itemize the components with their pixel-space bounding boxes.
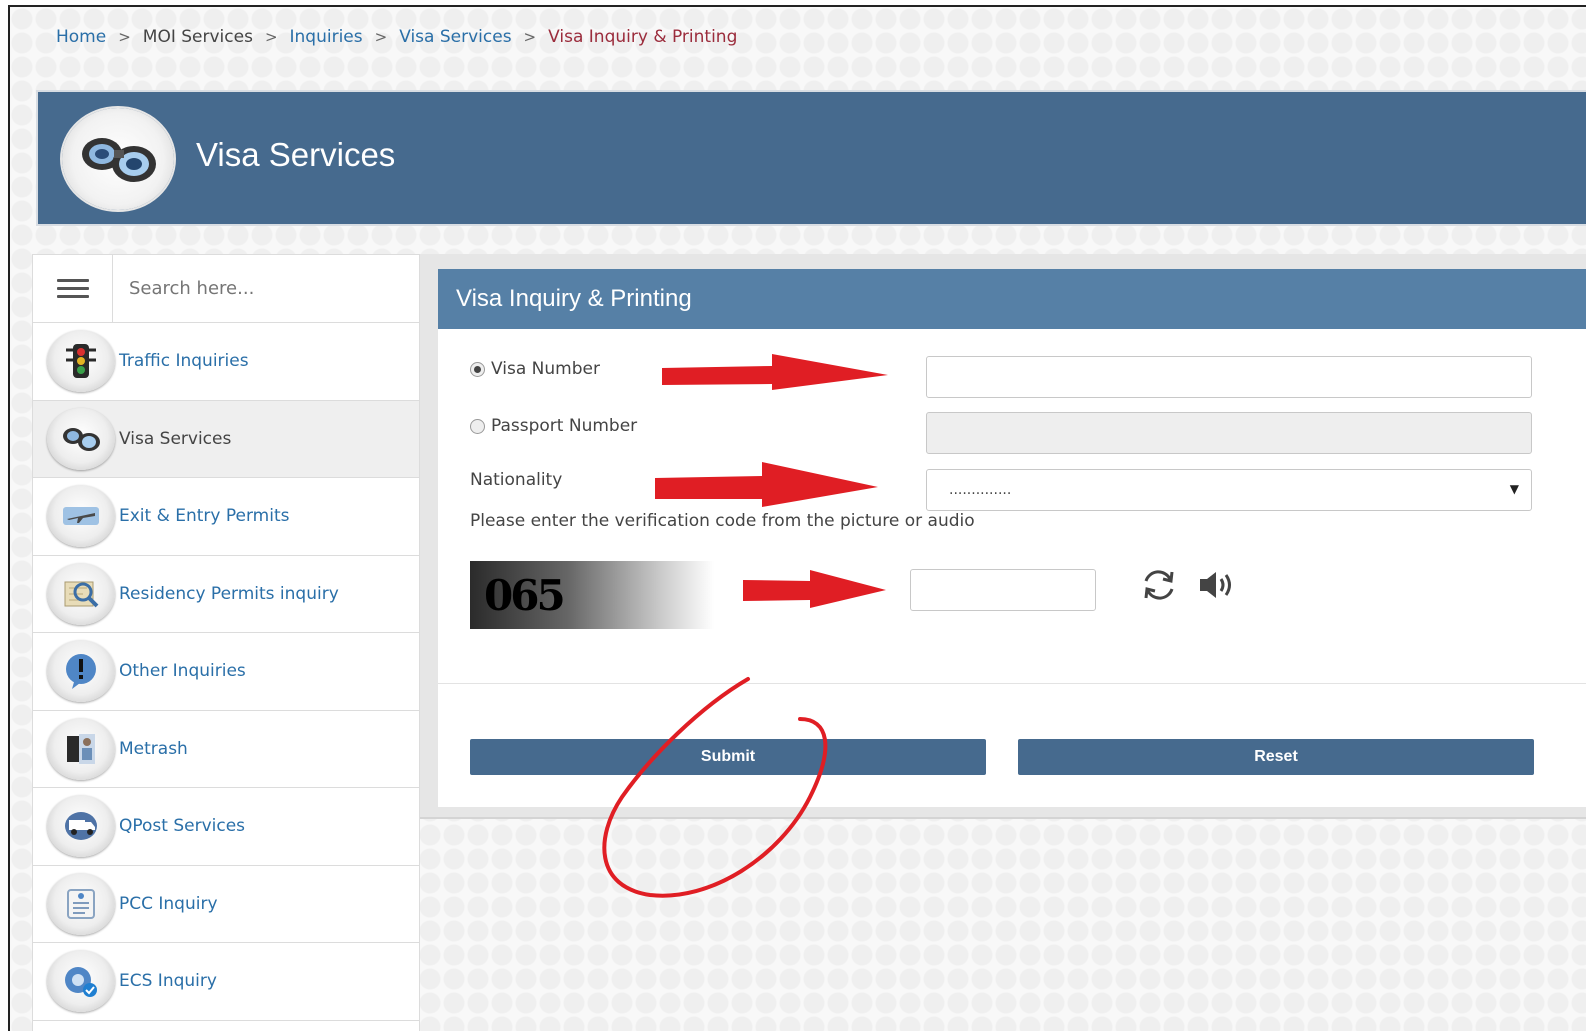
sidebar-item-traffic-inquiries[interactable]: Traffic Inquiries bbox=[33, 323, 419, 401]
search-input[interactable] bbox=[129, 278, 389, 299]
content-area: Visa Inquiry & Printing Visa Number Pass… bbox=[420, 254, 1586, 819]
captcha-code: 065 bbox=[484, 570, 566, 620]
refresh-icon[interactable] bbox=[1138, 567, 1180, 607]
breadcrumb-separator: > bbox=[264, 28, 278, 46]
breadcrumb-moi-services[interactable]: MOI Services bbox=[143, 27, 253, 47]
exclamation-icon bbox=[47, 640, 115, 703]
traffic-light-icon bbox=[47, 330, 115, 393]
delivery-truck-icon bbox=[47, 795, 115, 858]
visa-number-radio[interactable] bbox=[470, 361, 485, 377]
breadcrumb-separator: > bbox=[523, 28, 537, 46]
sidebar-item-label: QPost Services bbox=[119, 816, 246, 837]
captcha-instruction-text: Please enter the verification code from … bbox=[470, 511, 975, 531]
sidebar-item-pcc-inquiry[interactable]: PCC Inquiry bbox=[33, 866, 419, 943]
submit-button[interactable]: Submit bbox=[470, 739, 986, 775]
binoculars-icon bbox=[62, 108, 174, 210]
form-divider bbox=[438, 683, 1586, 684]
sidebar-item-label: Other Inquiries bbox=[119, 661, 246, 682]
sidebar-item-label: ECS Inquiry bbox=[119, 971, 217, 992]
reset-button[interactable]: Reset bbox=[1018, 739, 1534, 775]
sidebar-item-label: Traffic Inquiries bbox=[119, 351, 249, 372]
speaker-icon[interactable] bbox=[1196, 567, 1238, 607]
breadcrumb-inquiries[interactable]: Inquiries bbox=[290, 27, 363, 47]
nationality-label-text: Nationality bbox=[470, 470, 563, 490]
visa-number-input[interactable] bbox=[926, 356, 1532, 398]
captcha-input[interactable] bbox=[910, 569, 1096, 611]
passport-number-label: Passport Number bbox=[491, 416, 638, 436]
sidebar-item-residency-permits[interactable]: Residency Permits inquiry bbox=[33, 556, 419, 633]
nationality-select[interactable]: .............. ▼ bbox=[926, 469, 1532, 511]
document-list-icon bbox=[47, 872, 115, 935]
breadcrumb-home[interactable]: Home bbox=[56, 27, 106, 47]
nationality-label: Nationality bbox=[470, 470, 562, 490]
passport-number-input bbox=[926, 412, 1532, 454]
sidebar-item-qpost-services[interactable]: QPost Services bbox=[33, 788, 419, 866]
metrash-icon bbox=[47, 717, 115, 780]
nationality-selected-value: .............. bbox=[949, 482, 1012, 498]
visa-number-option[interactable]: Visa Number bbox=[470, 359, 600, 379]
map-search-icon bbox=[47, 562, 115, 625]
captcha-image: 065 bbox=[470, 561, 714, 629]
sidebar-item-metrash[interactable]: Metrash bbox=[33, 711, 419, 788]
sidebar-item-visa-services[interactable]: Visa Services bbox=[33, 400, 419, 478]
sidebar-item-ecs-inquiry[interactable]: ECS Inquiry bbox=[33, 943, 419, 1021]
breadcrumb-current: Visa Inquiry & Printing bbox=[548, 27, 738, 47]
ecs-badge-icon bbox=[47, 950, 115, 1013]
form-title: Visa Inquiry & Printing bbox=[438, 269, 1586, 329]
binoculars-icon bbox=[47, 407, 115, 470]
sidebar-item-label: Exit & Entry Permits bbox=[119, 506, 290, 527]
hamburger-menu-icon[interactable] bbox=[33, 254, 113, 323]
page-frame: Home > MOI Services > Inquiries > Visa S… bbox=[8, 5, 1586, 1031]
visa-inquiry-form: Visa Inquiry & Printing Visa Number Pass… bbox=[438, 269, 1586, 807]
captcha-instruction: Please enter the verification code from … bbox=[470, 511, 975, 531]
breadcrumb-visa-services[interactable]: Visa Services bbox=[399, 27, 511, 47]
sidebar-search bbox=[33, 254, 419, 323]
sidebar: Traffic Inquiries Visa Services Exit bbox=[32, 254, 420, 1031]
sidebar-item-label: Residency Permits inquiry bbox=[119, 583, 339, 604]
passport-number-radio[interactable] bbox=[470, 418, 485, 434]
airplane-icon bbox=[47, 485, 115, 548]
breadcrumb: Home > MOI Services > Inquiries > Visa S… bbox=[56, 27, 737, 47]
passport-number-option[interactable]: Passport Number bbox=[470, 416, 637, 436]
sidebar-item-label: Metrash bbox=[119, 738, 188, 759]
breadcrumb-separator: > bbox=[118, 28, 131, 46]
sidebar-item-label: PCC Inquiry bbox=[119, 893, 218, 914]
visa-number-label: Visa Number bbox=[491, 359, 600, 379]
sidebar-item-label: Visa Services bbox=[119, 428, 232, 449]
sidebar-item-exit-entry-permits[interactable]: Exit & Entry Permits bbox=[33, 478, 419, 556]
page-title: Visa Services bbox=[196, 136, 396, 173]
breadcrumb-separator: > bbox=[374, 28, 388, 46]
page-banner: Visa Services bbox=[36, 90, 1586, 226]
dropdown-arrow-icon: ▼ bbox=[1509, 482, 1519, 496]
sidebar-item-other-inquiries[interactable]: Other Inquiries bbox=[33, 633, 419, 711]
